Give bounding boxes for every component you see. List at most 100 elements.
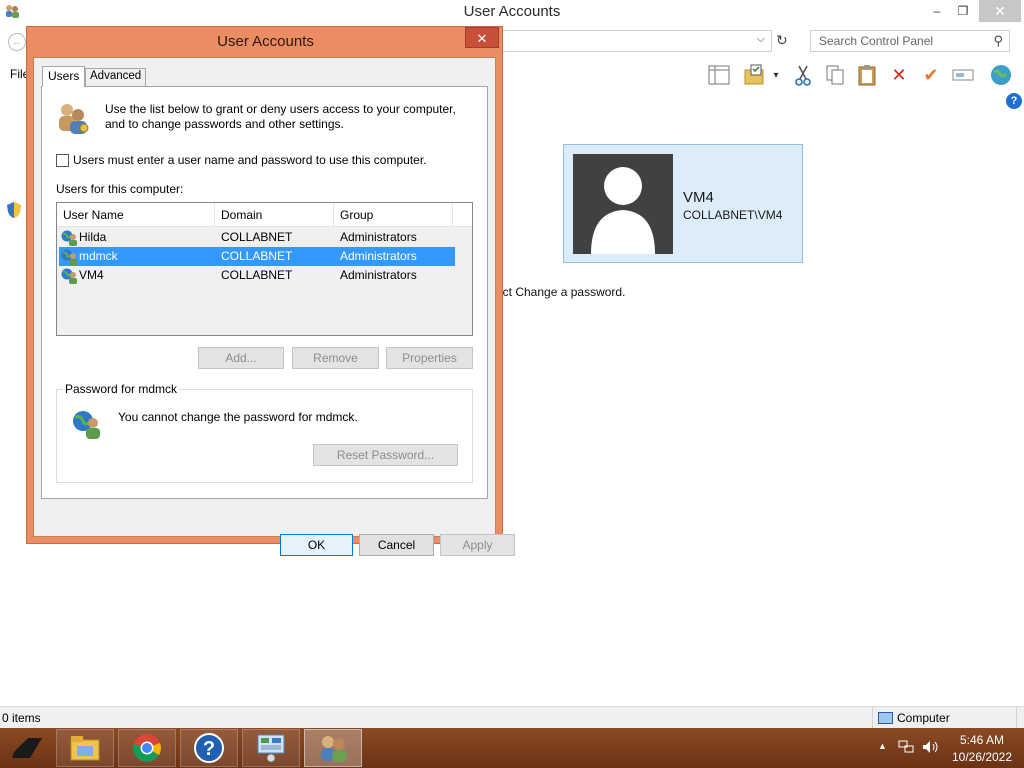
add-button[interactable]: Add... xyxy=(198,347,284,369)
properties-button[interactable]: Properties xyxy=(386,347,473,369)
status-grip xyxy=(1016,707,1017,729)
check-icon[interactable]: ✔ xyxy=(918,62,944,88)
password-group-title: Password for mdmck xyxy=(63,382,180,396)
restore-button[interactable]: ❐ xyxy=(948,0,978,22)
taskbar-user-accounts[interactable] xyxy=(304,729,362,767)
tab-advanced[interactable]: Advanced xyxy=(85,68,147,86)
password-group: Password for mdmck You cannot change the… xyxy=(56,382,473,483)
clock-date[interactable]: 10/26/2022 xyxy=(942,750,1022,764)
copy-icon[interactable] xyxy=(822,62,848,88)
hint-text: ect Change a password. xyxy=(496,285,626,299)
user-row[interactable]: Hilda COLLABNET Administrators xyxy=(59,228,455,247)
domain-user-large-icon xyxy=(73,411,100,439)
dialog-title: User Accounts xyxy=(217,33,314,50)
user-accounts-icon xyxy=(321,736,347,762)
user-domain: COLLABNET xyxy=(221,230,293,244)
column-header-group[interactable]: Group xyxy=(334,203,453,227)
user-name: Hilda xyxy=(79,230,107,244)
taskbar-help[interactable]: ? xyxy=(180,729,238,767)
reset-password-button[interactable]: Reset Password... xyxy=(313,444,458,466)
user-group: Administrators xyxy=(340,230,417,244)
status-bar: 0 items Computer xyxy=(0,706,1024,729)
user-accounts-dialog: User Accounts ✕ Users Advanced Use the l… xyxy=(26,26,515,556)
dialog-body: Users Advanced Use the list below to gra… xyxy=(33,57,515,556)
file-explorer-icon xyxy=(70,736,100,761)
window-titlebar: User Accounts – ❐ ✕ xyxy=(0,0,1024,24)
folder-properties-icon[interactable] xyxy=(742,62,768,88)
must-login-option: Users must enter a user name and passwor… xyxy=(56,153,427,167)
ok-button[interactable]: OK xyxy=(280,534,353,556)
cut-icon[interactable] xyxy=(790,62,816,88)
status-location-label: Computer xyxy=(897,711,950,725)
taskbar-control-panel[interactable] xyxy=(242,729,300,767)
uac-shield-icon xyxy=(7,202,21,218)
rename-icon[interactable] xyxy=(950,62,976,88)
search-input[interactable] xyxy=(811,31,987,51)
toolbar: ▾ ✕ ✔ xyxy=(700,60,1024,90)
must-login-checkbox[interactable] xyxy=(56,153,69,167)
user-name: VM4 xyxy=(79,268,104,282)
window-title: User Accounts xyxy=(463,3,561,20)
system-tray: ▲ 5:46 AM 10/26/2022 xyxy=(870,728,1024,768)
taskbar: ? ▲ 5:46 AM 10/26/2022 xyxy=(0,728,1024,768)
search-icon[interactable]: ⚲ xyxy=(993,33,1003,49)
address-bar[interactable]: ⌵ xyxy=(500,30,772,52)
help-icon: ? xyxy=(194,733,224,763)
close-button[interactable]: ✕ xyxy=(979,0,1021,22)
status-separator xyxy=(872,707,873,729)
start-button[interactable] xyxy=(4,730,52,766)
dialog-close-button[interactable]: ✕ xyxy=(465,27,499,48)
user-name: mdmck xyxy=(79,249,118,263)
volume-icon[interactable] xyxy=(922,740,940,754)
user-group: Administrators xyxy=(340,249,417,263)
password-message: You cannot change the password for mdmck… xyxy=(118,410,358,424)
remove-button[interactable]: Remove xyxy=(292,347,379,369)
status-location: Computer xyxy=(878,711,950,725)
domain-user-icon xyxy=(61,249,77,265)
chrome-icon xyxy=(132,734,161,762)
help-icon[interactable]: ? xyxy=(1006,93,1022,109)
clock-time[interactable]: 5:46 AM xyxy=(942,733,1022,747)
search-box[interactable]: ⚲ xyxy=(810,30,1010,52)
computer-icon xyxy=(878,712,893,724)
user-avatar xyxy=(573,154,673,254)
list-header: User Name Domain Group xyxy=(57,203,472,227)
column-header-domain[interactable]: Domain xyxy=(215,203,334,227)
users-icon xyxy=(59,104,89,134)
user-group: Administrators xyxy=(340,268,417,282)
taskbar-chrome[interactable] xyxy=(118,729,176,767)
globe-icon[interactable] xyxy=(988,62,1014,88)
must-login-label[interactable]: Users must enter a user name and passwor… xyxy=(73,153,427,167)
refresh-icon[interactable]: ↻ xyxy=(776,32,788,49)
taskbar-file-explorer[interactable] xyxy=(56,729,114,767)
user-domain: COLLABNET xyxy=(221,268,293,282)
column-header-user-name[interactable]: User Name xyxy=(57,203,215,227)
user-domain: COLLABNET xyxy=(221,249,293,263)
intro-text: Use the list below to grant or deny user… xyxy=(105,102,456,131)
user-card-name: VM4 xyxy=(683,189,714,206)
domain-user-icon xyxy=(61,268,77,284)
tab-users[interactable]: Users xyxy=(42,66,86,87)
users-tab-panel: Use the list below to grant or deny user… xyxy=(41,86,488,499)
chevron-down-icon[interactable]: ⌵ xyxy=(757,33,765,46)
show-hidden-icons-icon[interactable]: ▲ xyxy=(878,741,887,751)
svg-text:?: ? xyxy=(203,738,215,760)
network-icon[interactable] xyxy=(898,740,914,754)
paste-icon[interactable] xyxy=(854,62,880,88)
view-pane-icon[interactable] xyxy=(706,62,732,88)
user-card: VM4 COLLABNET\VM4 xyxy=(563,144,803,263)
user-row[interactable]: VM4 COLLABNET Administrators xyxy=(59,266,455,285)
dropdown-arrow-icon[interactable]: ▾ xyxy=(768,62,784,88)
user-card-domain: COLLABNET\VM4 xyxy=(683,208,783,222)
cancel-button[interactable]: Cancel xyxy=(359,534,434,556)
domain-user-icon xyxy=(61,230,77,246)
status-item-count: 0 items xyxy=(2,711,41,725)
users-list-label: Users for this computer: xyxy=(56,182,184,196)
control-panel-icon xyxy=(257,734,285,763)
back-arrow-icon[interactable]: ← xyxy=(8,33,26,51)
apply-button[interactable]: Apply xyxy=(440,534,515,556)
users-list[interactable]: User Name Domain Group Hilda COLLABNET A… xyxy=(56,202,473,336)
user-row-selected[interactable]: mdmck COLLABNET Administrators xyxy=(59,247,455,266)
delete-icon[interactable]: ✕ xyxy=(886,62,912,88)
windows-logo-icon xyxy=(12,738,42,758)
